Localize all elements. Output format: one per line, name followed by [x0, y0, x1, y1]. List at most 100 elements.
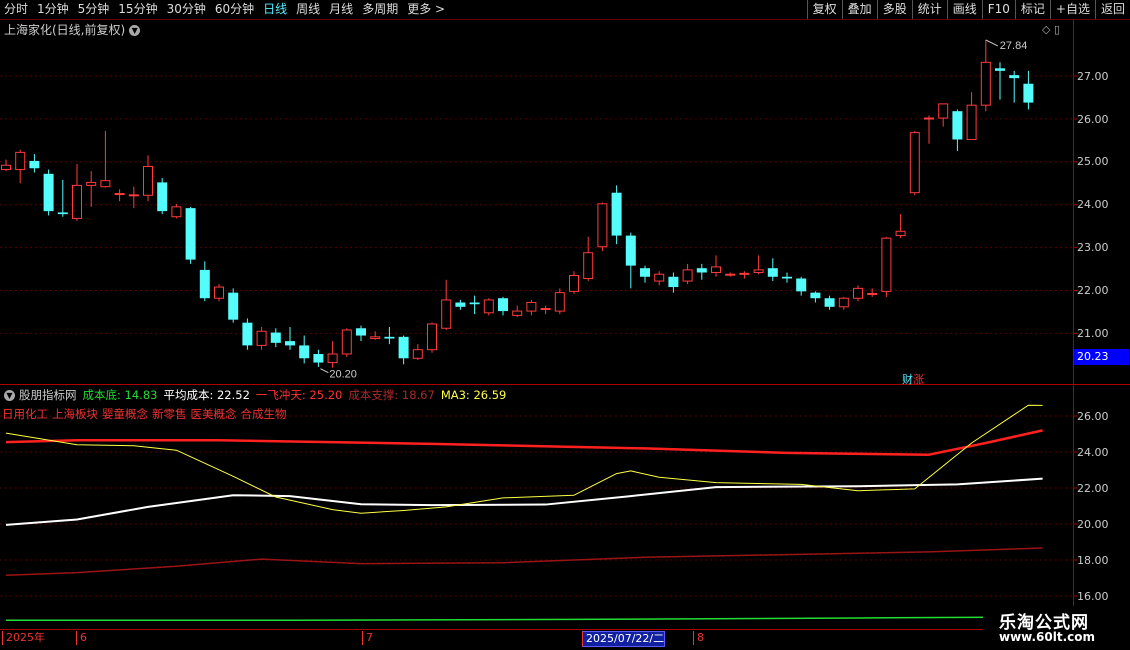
candle-body: [285, 341, 295, 346]
kline-chart[interactable]: 27.84 20.20: [0, 0, 1130, 650]
current-price-tag: 20.23: [1074, 349, 1129, 365]
candle-body: [1, 164, 11, 171]
yifei-line: [5, 429, 1043, 456]
candle-body: [214, 286, 224, 299]
candle-body: [185, 208, 196, 260]
candle-body: [299, 345, 310, 359]
cursor-date: 2025/07/22/二: [582, 631, 666, 647]
candle-body: [256, 330, 267, 346]
candle-body: [157, 182, 168, 212]
main-axis-tick: 24.00: [1077, 198, 1109, 211]
candle-body: [128, 194, 139, 197]
sub-axis-tick: 24.00: [1077, 446, 1109, 459]
candle-body: [853, 287, 863, 299]
candle-body: [270, 332, 281, 343]
sub-axis-tick: 20.00: [1077, 518, 1109, 531]
date-label: 2025年: [2, 631, 45, 645]
candle-body: [100, 180, 111, 188]
candle-body: [370, 336, 381, 340]
legend-avg-cost: 平均成本: 22.52: [163, 388, 250, 402]
candle-body: [654, 273, 665, 282]
sub-axis-tick: 16.00: [1077, 590, 1109, 603]
date-label: 6: [76, 631, 87, 645]
concept-tag[interactable]: 新零售: [152, 407, 187, 421]
main-axis-tick: 21.00: [1077, 327, 1109, 340]
candle-body: [398, 336, 409, 359]
candle-body: [909, 132, 920, 194]
candle-body: [938, 103, 949, 119]
low-marker-line: [320, 368, 329, 374]
candle-body: [143, 166, 153, 196]
date-label: 7: [362, 631, 373, 645]
candle-body: [554, 292, 565, 312]
candle-body: [782, 276, 792, 279]
legend-support: 成本支撑: 18.67: [348, 388, 435, 402]
candle-body: [427, 323, 437, 351]
candle-body: [682, 269, 693, 282]
candle-body: [625, 235, 636, 266]
indicator-name[interactable]: 股朋指标网: [19, 388, 77, 402]
caizhang-marker[interactable]: 财涨: [902, 371, 924, 387]
sub-axis-tick: 26.00: [1077, 410, 1109, 423]
candle-body: [640, 268, 650, 277]
concept-tag[interactable]: 合成生物: [241, 407, 287, 421]
candle-body: [86, 181, 97, 186]
candle-body: [824, 298, 835, 307]
candle-body: [895, 230, 906, 237]
main-axis-tick: 25.00: [1077, 155, 1109, 168]
date-label: 8: [693, 631, 704, 645]
candle-body: [15, 151, 26, 171]
candle-body: [526, 302, 537, 312]
avg-cost-line: [5, 477, 1043, 526]
candle-body: [341, 329, 352, 355]
date-axis: 2025年 6 7 2025/07/22/二 8: [0, 630, 980, 650]
chevron-down-icon[interactable]: ▼: [4, 390, 15, 401]
candle-body: [57, 212, 68, 215]
candle-body: [924, 117, 934, 120]
candle-body: [597, 203, 608, 248]
candle-body: [725, 273, 736, 276]
candle-body: [1009, 75, 1020, 79]
candle-body: [668, 276, 679, 288]
main-axis-tick: 26.00: [1077, 113, 1109, 126]
concept-tag[interactable]: 医美概念: [191, 407, 237, 421]
candle-body: [72, 184, 82, 219]
candle-body: [739, 272, 750, 275]
candle-body: [1023, 83, 1034, 103]
concept-tag[interactable]: 上海板块: [52, 407, 98, 421]
legend-ma3: MA3: 26.59: [440, 388, 507, 402]
candle-body: [569, 274, 579, 292]
legend-yifei: 一飞冲天: 25.20: [255, 388, 343, 402]
sub-axis-tick: 18.00: [1077, 554, 1109, 567]
candle-body: [412, 349, 423, 359]
main-axis-tick: 22.00: [1077, 284, 1109, 297]
candle-body: [327, 353, 338, 364]
candle-body: [199, 269, 210, 299]
candle-body: [512, 310, 523, 316]
candle-body: [583, 252, 594, 279]
candle-body: [540, 308, 551, 311]
candle-body: [171, 206, 182, 218]
caizhang-char-b: 涨: [913, 373, 924, 386]
candle-body: [952, 111, 963, 140]
candle-body: [43, 173, 54, 212]
caizhang-char-a: 财: [902, 373, 913, 386]
candle-body: [980, 61, 991, 106]
candle-body: [867, 293, 878, 296]
candle-body: [356, 328, 366, 336]
candle-body: [995, 68, 1005, 71]
candle-body: [753, 269, 764, 273]
candle-body: [966, 104, 977, 140]
main-axis-tick: 23.00: [1077, 241, 1109, 254]
candle-body: [114, 193, 125, 196]
concept-tag[interactable]: 日用化工: [2, 407, 48, 421]
high-label: 27.84: [1000, 40, 1028, 52]
candle-body: [711, 266, 721, 273]
concept-tag[interactable]: 婴童概念: [102, 407, 148, 421]
candle-body: [242, 322, 253, 346]
candle-body: [469, 302, 480, 305]
watermark-url: www.60lt.com: [999, 630, 1096, 644]
high-marker-line: [985, 39, 999, 47]
candle-body: [611, 192, 622, 236]
candle-body: [441, 299, 452, 329]
